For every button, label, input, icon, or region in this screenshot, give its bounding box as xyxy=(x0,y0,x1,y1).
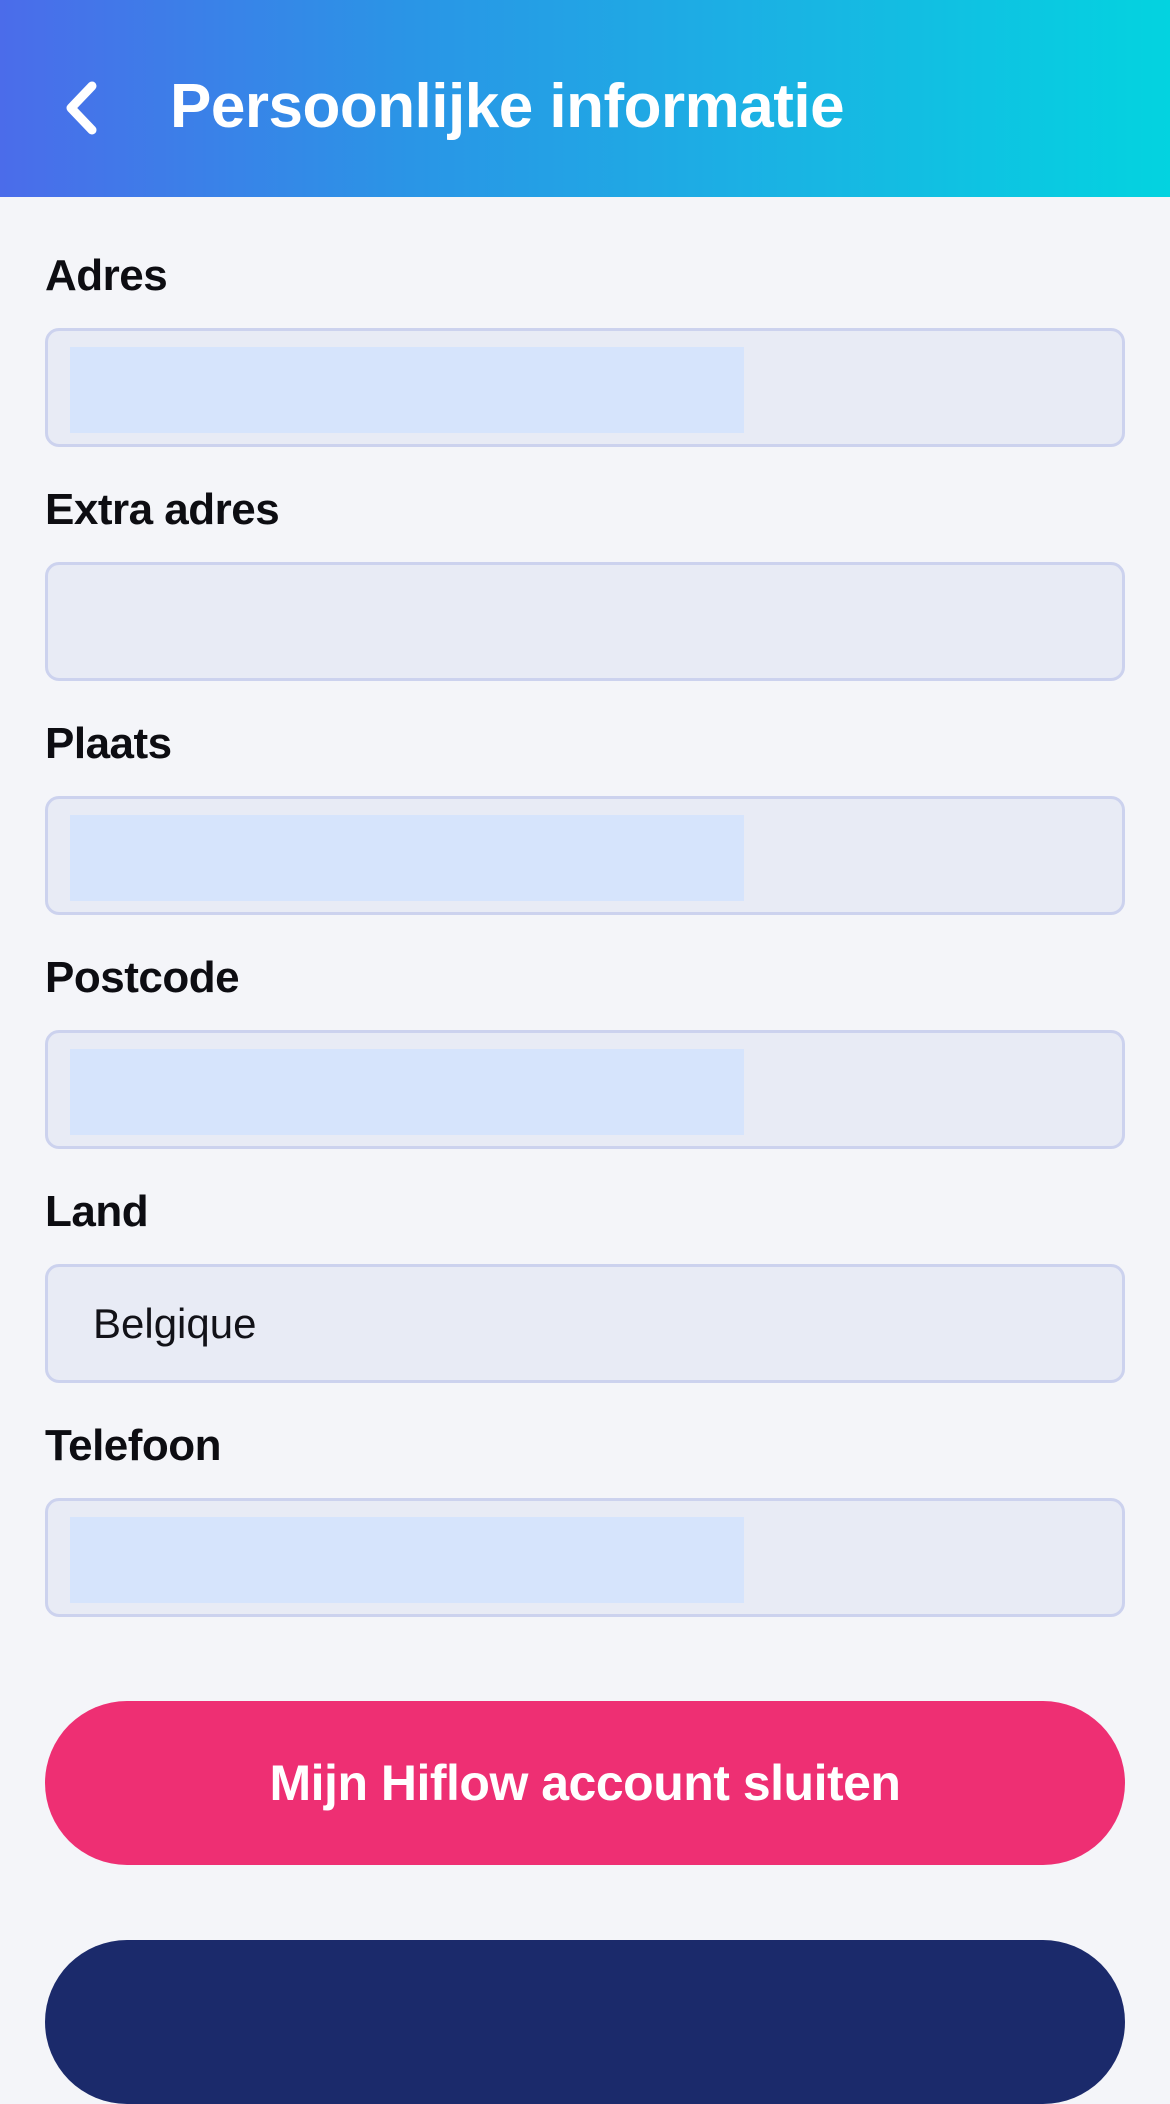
field-label-adres: Adres xyxy=(45,251,168,300)
page-title: Persoonlijke informatie xyxy=(170,72,845,141)
close-account-button[interactable]: Mijn Hiflow account sluiten xyxy=(45,1701,1125,1865)
land-field[interactable] xyxy=(45,1264,1125,1383)
chevron-left-icon xyxy=(66,81,97,135)
redacted-value xyxy=(70,1049,744,1135)
land-input[interactable] xyxy=(48,1267,1122,1380)
redacted-value xyxy=(70,1517,744,1603)
field-extra-adres: Extra adres xyxy=(45,468,1125,702)
field-postcode: Postcode xyxy=(45,936,1125,1170)
field-adres: Adres xyxy=(45,234,1125,468)
field-label-land: Land xyxy=(45,1187,149,1236)
extra-adres-input[interactable] xyxy=(48,565,1122,678)
plaats-field[interactable] xyxy=(45,796,1125,915)
field-telefoon: Telefoon xyxy=(45,1404,1125,1638)
field-label-telefoon: Telefoon xyxy=(45,1421,222,1470)
telefoon-field[interactable] xyxy=(45,1498,1125,1617)
field-label-postcode: Postcode xyxy=(45,953,240,1002)
field-label-plaats: Plaats xyxy=(45,719,172,768)
field-plaats: Plaats xyxy=(45,702,1125,936)
extra-adres-field[interactable] xyxy=(45,562,1125,681)
back-button[interactable] xyxy=(52,68,112,148)
redacted-value xyxy=(70,815,744,901)
adres-field[interactable] xyxy=(45,328,1125,447)
secondary-button[interactable] xyxy=(45,1940,1125,2104)
app-header: Persoonlijke informatie xyxy=(0,0,1170,197)
postcode-field[interactable] xyxy=(45,1030,1125,1149)
personal-info-form: Adres Extra adres Plaats Postcode Land B… xyxy=(45,234,1125,1638)
field-label-extra-adres: Extra adres xyxy=(45,485,280,534)
field-land: Land xyxy=(45,1170,1125,1404)
redacted-value xyxy=(70,347,744,433)
